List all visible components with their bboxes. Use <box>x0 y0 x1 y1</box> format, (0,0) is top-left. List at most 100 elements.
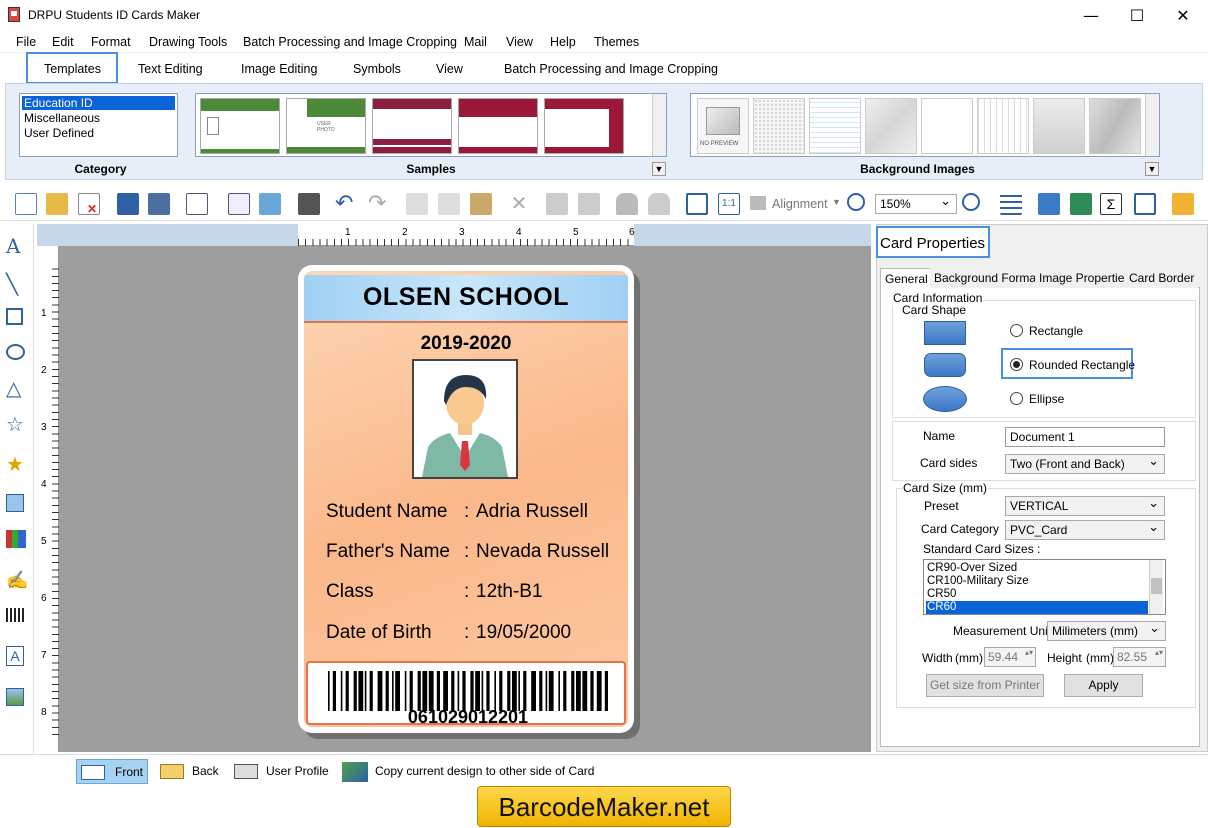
menu-batch-processing[interactable]: Batch Processing and Image Cropping <box>243 35 457 49</box>
tab-general[interactable]: General <box>880 268 933 288</box>
field-label-fathers-name[interactable]: Father's Name <box>326 541 450 563</box>
rounded-rectangle-radio[interactable] <box>1010 358 1023 371</box>
tab-view[interactable]: View <box>436 62 463 76</box>
paste-icon[interactable] <box>470 193 492 215</box>
preset-select[interactable]: VERTICAL <box>1005 496 1165 516</box>
line-tool-icon[interactable]: ╲ <box>6 272 28 296</box>
email-icon[interactable] <box>1172 193 1194 215</box>
copy-design-button[interactable]: Copy current design to other side of Car… <box>338 759 598 784</box>
cut-icon[interactable] <box>406 193 428 215</box>
field-value-fathers-name[interactable]: Nevada Russell <box>476 541 609 563</box>
back-button[interactable]: Back <box>156 759 222 784</box>
menu-view[interactable]: View <box>506 35 533 49</box>
sample-template[interactable] <box>372 98 452 154</box>
sample-template[interactable] <box>458 98 538 154</box>
background-expand-icon[interactable]: ▼ <box>1145 162 1159 176</box>
name-input[interactable]: Document 1 <box>1005 427 1165 447</box>
undo-icon[interactable]: ↶ <box>335 192 357 215</box>
field-label-date-of-birth[interactable]: Date of Birth <box>326 622 432 644</box>
sample-template[interactable]: USER PHOTO <box>286 98 366 154</box>
list-item[interactable]: CR50 <box>926 588 1148 601</box>
zoom-select[interactable]: 150% <box>875 194 957 214</box>
tab-templates[interactable]: Templates <box>44 62 101 76</box>
user-profile-button[interactable]: User Profile <box>230 759 330 784</box>
background-image[interactable] <box>753 98 805 154</box>
background-scrollbar[interactable] <box>1145 94 1159 156</box>
menu-mail[interactable]: Mail <box>464 35 487 49</box>
zoom-in-icon[interactable] <box>847 193 865 211</box>
properties-icon[interactable] <box>228 193 250 215</box>
background-image[interactable] <box>809 98 861 154</box>
field-label-student-name[interactable]: Student Name <box>326 501 447 523</box>
close-button[interactable]: ✕ <box>1160 0 1206 31</box>
width-stepper[interactable]: 59.44 <box>984 647 1036 667</box>
close-document-icon[interactable]: ✕ <box>78 193 100 216</box>
category-user-defined[interactable]: User Defined <box>22 126 175 140</box>
category-education-id[interactable]: Education ID <box>22 96 175 110</box>
tab-text-editing[interactable]: Text Editing <box>138 62 203 76</box>
unlock-icon[interactable] <box>648 193 670 215</box>
rectangle-radio[interactable] <box>1010 324 1023 337</box>
school-name[interactable]: OLSEN SCHOOL <box>304 283 628 312</box>
front-button[interactable]: Front <box>76 759 148 784</box>
grid-icon[interactable] <box>1000 193 1022 215</box>
menu-edit[interactable]: Edit <box>52 35 74 49</box>
picture-tool-icon[interactable] <box>6 494 24 512</box>
maximize-button[interactable]: ☐ <box>1114 0 1160 31</box>
lock-icon[interactable] <box>616 193 638 215</box>
sample-template[interactable] <box>200 98 280 154</box>
menu-drawing-tools[interactable]: Drawing Tools <box>149 35 227 49</box>
excel-icon[interactable] <box>1070 193 1092 215</box>
field-value-class[interactable]: 12th-B1 <box>476 581 543 603</box>
list-item-selected[interactable]: CR60 <box>926 601 1148 614</box>
minimize-button[interactable]: — <box>1068 0 1114 31</box>
barcode-tool-icon[interactable] <box>6 608 26 622</box>
standard-sizes-list[interactable]: CR90-Over Sized CR100-Military Size CR50… <box>923 559 1166 615</box>
alignment-icon[interactable] <box>750 196 766 210</box>
tab-card-border[interactable]: Card Border <box>1125 268 1199 288</box>
copy-icon[interactable] <box>438 193 460 215</box>
alignment-dropdown[interactable]: Alignment <box>772 197 828 211</box>
star-tool-icon[interactable]: ☆ <box>6 412 28 436</box>
apply-button[interactable]: Apply <box>1064 674 1143 697</box>
tab-batch-processing[interactable]: Batch Processing and Image Cropping <box>504 62 718 76</box>
card-category-select[interactable]: PVC_Card <box>1005 520 1165 540</box>
samples-scrollbar[interactable] <box>652 94 666 156</box>
fit-to-window-icon[interactable] <box>686 193 708 215</box>
alignment-chevron-icon[interactable]: ▼ <box>832 197 841 207</box>
image-tool-icon[interactable] <box>6 688 24 706</box>
ellipse-tool-icon[interactable] <box>6 344 25 360</box>
signature-tool-icon[interactable]: ✍ <box>6 570 28 592</box>
redo-icon[interactable]: ↷ <box>368 192 390 215</box>
edit-data-icon[interactable] <box>1038 193 1060 215</box>
background-image[interactable] <box>865 98 917 154</box>
id-card[interactable]: OLSEN SCHOOL 2019-2020 Student Name : Ad… <box>298 265 634 733</box>
category-list[interactable]: Education ID Miscellaneous User Defined <box>19 93 178 157</box>
no-preview-image[interactable]: NO PREVIEW <box>697 98 749 154</box>
field-value-date-of-birth[interactable]: 19/05/2000 <box>476 622 571 644</box>
background-image[interactable] <box>1033 98 1085 154</box>
delete-icon[interactable]: ✕ <box>508 193 530 215</box>
actual-size-icon[interactable]: 1:1 <box>718 193 740 215</box>
background-image[interactable] <box>1089 98 1141 154</box>
print-icon[interactable] <box>298 193 320 215</box>
rectangle-tool-icon[interactable] <box>6 308 23 325</box>
card-sides-select[interactable]: Two (Front and Back) <box>1005 454 1165 474</box>
image-icon[interactable] <box>259 193 281 215</box>
zoom-out-icon[interactable] <box>962 193 980 211</box>
group-icon[interactable] <box>546 193 568 215</box>
tab-image-properties[interactable]: Image Properties <box>1035 268 1135 288</box>
symbol-tool-icon[interactable]: ★ <box>6 452 28 476</box>
open-icon[interactable] <box>46 193 68 215</box>
tab-background-format[interactable]: Background Format <box>930 268 1044 288</box>
list-item[interactable]: CR90-Over Sized <box>926 562 1148 575</box>
watermark-tool-icon[interactable]: A <box>6 646 24 666</box>
new-icon[interactable] <box>15 193 37 215</box>
get-size-from-printer-button[interactable]: Get size from Printer <box>926 674 1044 697</box>
sample-template[interactable] <box>544 98 624 154</box>
background-image[interactable] <box>977 98 1029 154</box>
measurement-unit-select[interactable]: Milimeters (mm) <box>1047 621 1166 641</box>
triangle-tool-icon[interactable]: △ <box>6 376 28 400</box>
formula-icon[interactable]: Σ <box>1100 193 1122 215</box>
crop-icon[interactable] <box>1134 193 1156 215</box>
